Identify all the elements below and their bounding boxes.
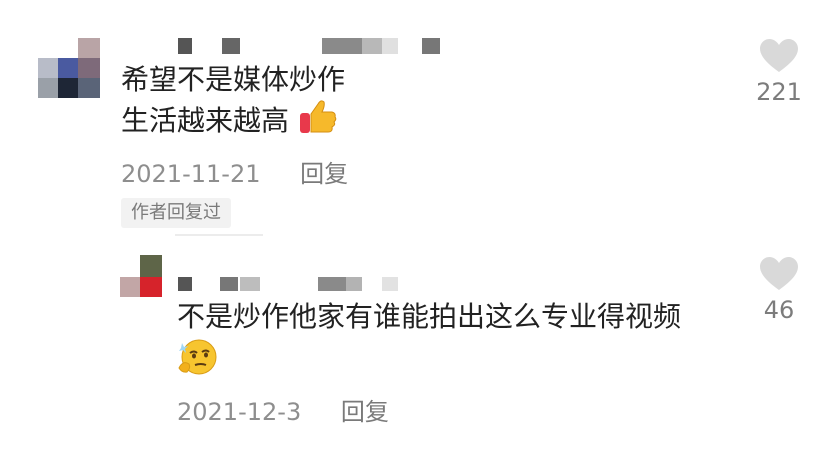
comment-text: 希望不是媒体炒作 生活越来越高 <box>121 61 345 145</box>
heart-icon <box>760 39 798 72</box>
comment-line-1: 不是炒作他家有谁能拍出这么专业得视频 <box>177 300 682 333</box>
comment-line-1: 希望不是媒体炒作 <box>121 63 346 96</box>
comment-text: 不是炒作他家有谁能拍出这么专业得视频 <box>177 298 681 386</box>
smirk-emoji-icon <box>177 338 219 386</box>
thumbs-up-icon <box>298 99 338 145</box>
reply-button[interactable]: 回复 <box>300 160 348 188</box>
like-button[interactable]: 46 <box>744 256 814 324</box>
avatar[interactable] <box>120 255 162 299</box>
like-button[interactable]: 221 <box>744 38 814 106</box>
comment-meta: 2021-12-3 回复 <box>177 392 389 427</box>
comment-date: 2021-12-3 <box>177 398 302 426</box>
comment-meta: 2021-11-21 回复 <box>121 154 348 189</box>
like-count: 221 <box>756 78 802 106</box>
comment-line-2: 生活越来越高 <box>121 104 290 137</box>
username-redacted[interactable] <box>178 38 440 56</box>
comment-date: 2021-11-21 <box>121 160 261 188</box>
avatar[interactable] <box>38 38 102 100</box>
heart-icon <box>760 257 798 290</box>
divider <box>175 234 263 236</box>
author-replied-badge: 作者回复过 <box>121 198 231 228</box>
like-count: 46 <box>763 296 795 324</box>
username-redacted[interactable] <box>178 277 400 293</box>
reply-button[interactable]: 回复 <box>341 398 389 426</box>
